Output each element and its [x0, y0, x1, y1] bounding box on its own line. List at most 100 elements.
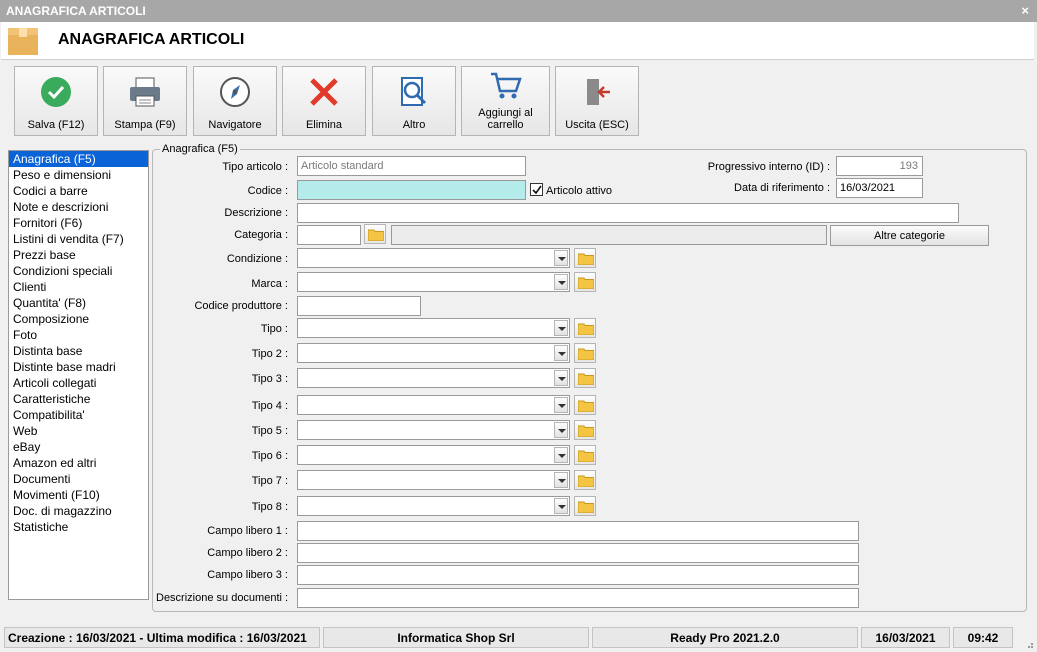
- nav-item[interactable]: Fornitori (F6): [9, 215, 148, 231]
- nav-item[interactable]: Anagrafica (F5): [9, 151, 148, 167]
- status-product: Ready Pro 2021.2.0: [592, 627, 858, 648]
- tipo-select[interactable]: [297, 470, 570, 490]
- codice-field[interactable]: [297, 180, 526, 200]
- nav-item[interactable]: Doc. di magazzino: [9, 503, 148, 519]
- save-button[interactable]: Salva (F12): [14, 66, 98, 136]
- status-dates: Creazione : 16/03/2021 - Ultima modifica…: [4, 627, 320, 648]
- tipo-browse-button[interactable]: [574, 445, 596, 465]
- nav-item[interactable]: Articoli collegati: [9, 375, 148, 391]
- tipo-select[interactable]: [297, 445, 570, 465]
- folder-icon: [578, 373, 594, 385]
- marca-browse-button[interactable]: [574, 272, 596, 292]
- checkmark-icon: [532, 185, 542, 195]
- add-to-cart-button[interactable]: Aggiungi al carrello: [461, 66, 550, 136]
- nav-item[interactable]: Distinta base: [9, 343, 148, 359]
- tipo-label: Tipo 2 :: [251, 348, 288, 360]
- close-icon[interactable]: ×: [1021, 3, 1029, 18]
- tipo-select[interactable]: [297, 368, 570, 388]
- campo-libero-field[interactable]: [297, 543, 859, 563]
- nav-item[interactable]: Documenti: [9, 471, 148, 487]
- chevron-down-icon[interactable]: [554, 320, 568, 336]
- tipo-browse-button[interactable]: [574, 343, 596, 363]
- other-button[interactable]: Altro: [372, 66, 456, 136]
- delete-label: Elimina: [305, 119, 343, 131]
- nav-item[interactable]: Codici a barre: [9, 183, 148, 199]
- tipo-select[interactable]: [297, 343, 570, 363]
- chevron-down-icon[interactable]: [554, 397, 568, 413]
- chevron-down-icon[interactable]: [554, 422, 568, 438]
- magnifier-doc-icon: [401, 77, 427, 106]
- cart-icon: [490, 72, 522, 99]
- nav-item[interactable]: Compatibilita': [9, 407, 148, 423]
- chevron-down-icon[interactable]: [554, 498, 568, 514]
- categoria-browse-button[interactable]: [364, 224, 386, 244]
- tipo-label: Tipo 5 :: [251, 425, 288, 437]
- articolo-attivo-checkbox[interactable]: [530, 183, 543, 196]
- descrizione-field[interactable]: [297, 203, 959, 223]
- campo-libero-label: Campo libero 2 :: [207, 547, 288, 559]
- nav-item[interactable]: Listini di vendita (F7): [9, 231, 148, 247]
- nav-item[interactable]: Caratteristiche: [9, 391, 148, 407]
- nav-item[interactable]: Condizioni speciali: [9, 263, 148, 279]
- condizione-select[interactable]: [297, 248, 570, 268]
- tipo-label: Tipo 4 :: [251, 400, 288, 412]
- navigator-button[interactable]: Navigatore: [193, 66, 277, 136]
- nav-item[interactable]: Prezzi base: [9, 247, 148, 263]
- navigator-label: Navigatore: [208, 119, 262, 131]
- nav-item[interactable]: Web: [9, 423, 148, 439]
- resize-grip-icon[interactable]: [1024, 639, 1034, 649]
- chevron-down-icon[interactable]: [554, 447, 568, 463]
- nav-item[interactable]: Peso e dimensioni: [9, 167, 148, 183]
- chevron-down-icon[interactable]: [554, 345, 568, 361]
- nav-item[interactable]: Clienti: [9, 279, 148, 295]
- nav-item[interactable]: Amazon ed altri: [9, 455, 148, 471]
- progressivo-field[interactable]: 193: [836, 156, 923, 176]
- descrizione-documenti-label: Descrizione su documenti :: [156, 592, 289, 604]
- chevron-down-icon[interactable]: [554, 472, 568, 488]
- articolo-attivo-label[interactable]: Articolo attivo: [546, 185, 612, 197]
- tipo-select[interactable]: [297, 496, 570, 516]
- tipo-articolo-field[interactable]: Articolo standard: [297, 156, 526, 176]
- tipo-browse-button[interactable]: [574, 420, 596, 440]
- print-button[interactable]: Stampa (F9): [103, 66, 187, 136]
- descrizione-documenti-field[interactable]: [297, 588, 859, 608]
- tipo-browse-button[interactable]: [574, 496, 596, 516]
- add-to-cart-label: Aggiungi al carrello: [478, 107, 533, 131]
- chevron-down-icon[interactable]: [554, 370, 568, 386]
- tipo-browse-button[interactable]: [574, 470, 596, 490]
- categoria-field[interactable]: [297, 225, 361, 245]
- status-bar: Creazione : 16/03/2021 - Ultima modifica…: [0, 625, 1037, 652]
- tipo-select[interactable]: [297, 395, 570, 415]
- tipo-browse-button[interactable]: [574, 368, 596, 388]
- tipo-browse-button[interactable]: [574, 318, 596, 338]
- campo-libero-label: Campo libero 1 :: [207, 525, 288, 537]
- data-riferimento-field[interactable]: 16/03/2021: [836, 178, 923, 198]
- delete-x-icon: [310, 78, 338, 106]
- nav-item[interactable]: Distinte base madri: [9, 359, 148, 375]
- nav-item[interactable]: Statistiche: [9, 519, 148, 535]
- altre-categorie-button[interactable]: Altre categorie: [830, 225, 989, 246]
- nav-item[interactable]: eBay: [9, 439, 148, 455]
- progressivo-label: Progressivo interno (ID) :: [707, 161, 830, 173]
- tipo-select[interactable]: [297, 420, 570, 440]
- tipo-select[interactable]: [297, 318, 570, 338]
- nav-item[interactable]: Foto: [9, 327, 148, 343]
- delete-button[interactable]: Elimina: [282, 66, 366, 136]
- folder-icon: [578, 323, 594, 335]
- exit-button[interactable]: Uscita (ESC): [555, 66, 639, 136]
- marca-select[interactable]: [297, 272, 570, 292]
- campo-libero-field[interactable]: [297, 565, 859, 585]
- nav-item[interactable]: Note e descrizioni: [9, 199, 148, 215]
- campo-libero-field[interactable]: [297, 521, 859, 541]
- folder-icon: [578, 277, 594, 289]
- chevron-down-icon[interactable]: [554, 250, 568, 266]
- nav-item[interactable]: Composizione: [9, 311, 148, 327]
- nav-item[interactable]: Quantita' (F8): [9, 295, 148, 311]
- codice-produttore-field[interactable]: [297, 296, 421, 316]
- tipo-browse-button[interactable]: [574, 395, 596, 415]
- save-label: Salva (F12): [27, 119, 85, 131]
- chevron-down-icon[interactable]: [554, 274, 568, 290]
- nav-item[interactable]: Movimenti (F10): [9, 487, 148, 503]
- other-label: Altro: [402, 119, 426, 131]
- condizione-browse-button[interactable]: [574, 248, 596, 268]
